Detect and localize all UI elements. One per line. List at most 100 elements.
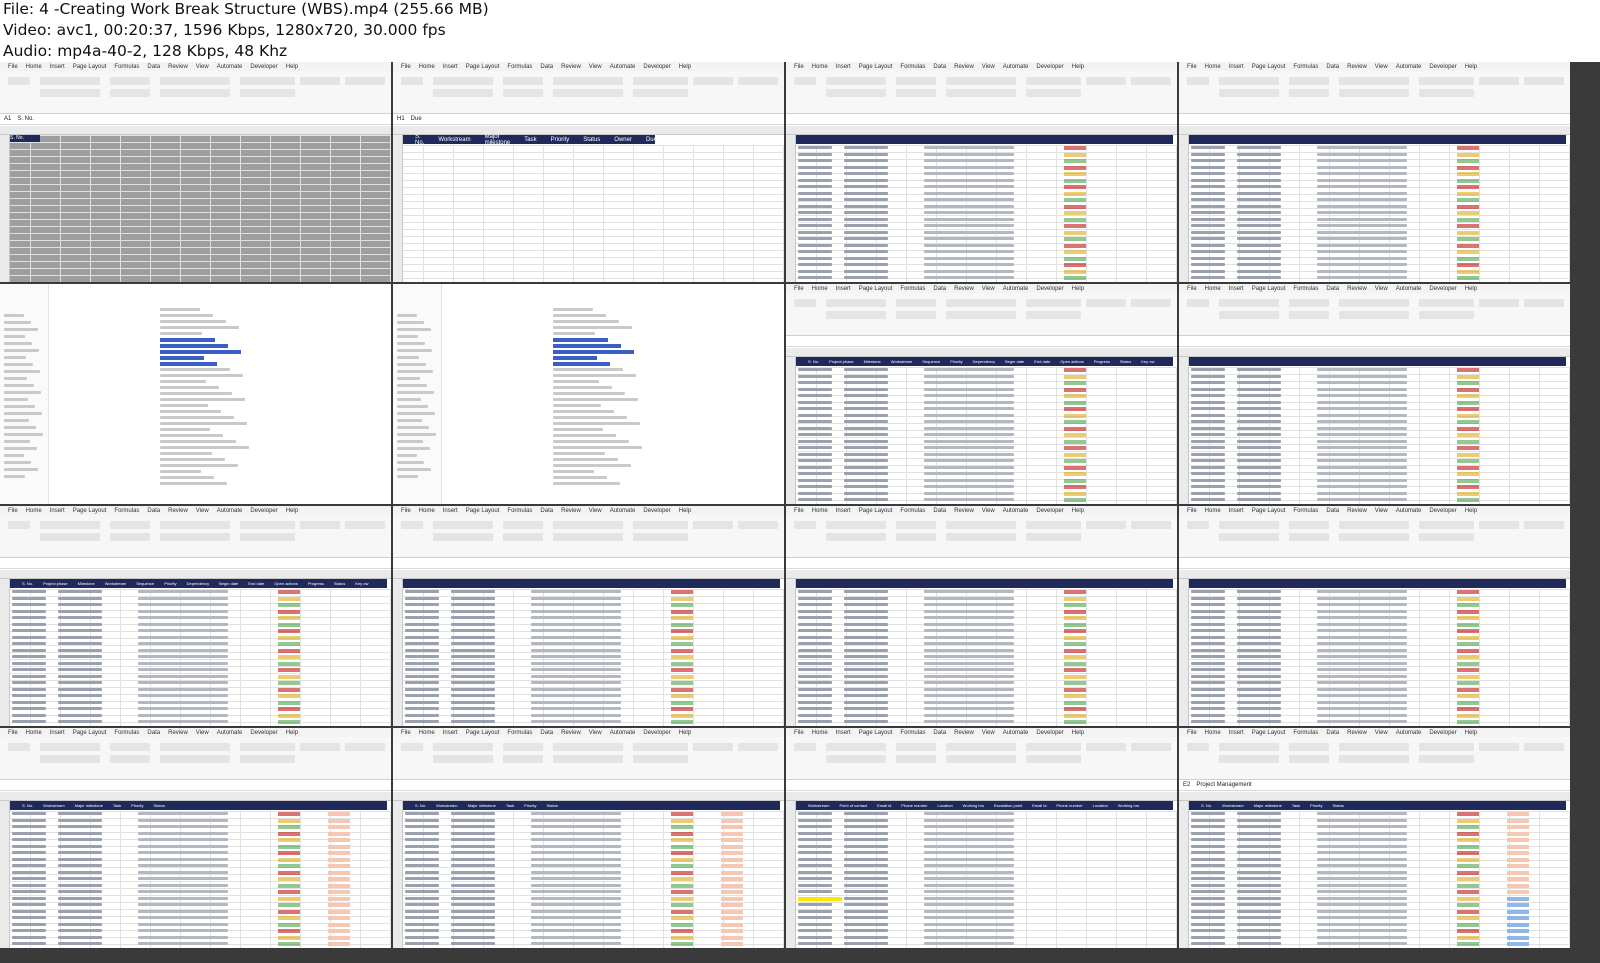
- ribbon-control[interactable]: [794, 77, 816, 85]
- menu-tab[interactable]: Automate: [1003, 508, 1029, 514]
- menu-tab[interactable]: Page Layout: [73, 64, 107, 70]
- ribbon-control[interactable]: [826, 533, 886, 541]
- menu-tab[interactable]: Help: [286, 508, 298, 514]
- ribbon-control[interactable]: [1026, 311, 1081, 319]
- table-header-cell[interactable]: Location: [1093, 803, 1108, 808]
- ribbon-control[interactable]: [40, 755, 100, 763]
- ribbon-control[interactable]: [1479, 521, 1519, 529]
- menu-tab[interactable]: View: [1375, 730, 1388, 736]
- table-header-cell[interactable]: Open actions: [1060, 359, 1084, 364]
- menu-tab[interactable]: Data: [147, 508, 160, 514]
- table-header-cell[interactable]: Priority: [131, 803, 143, 808]
- ribbon-control[interactable]: [693, 521, 733, 529]
- menu-tab[interactable]: Insert: [443, 730, 458, 736]
- menu-tab[interactable]: Review: [168, 508, 188, 514]
- menu-tab[interactable]: Page Layout: [1252, 730, 1286, 736]
- ribbon-control[interactable]: [896, 533, 936, 541]
- menu-tab[interactable]: Insert: [50, 64, 65, 70]
- ribbon-control[interactable]: [946, 89, 1016, 97]
- menu-tab[interactable]: File: [1187, 730, 1197, 736]
- menu-tab[interactable]: View: [1375, 286, 1388, 292]
- menu-tab[interactable]: Insert: [1229, 730, 1244, 736]
- menu-tab[interactable]: Review: [561, 730, 581, 736]
- menu-tab[interactable]: Formulas: [900, 286, 925, 292]
- menu-tab[interactable]: Home: [419, 64, 435, 70]
- ribbon-control[interactable]: [826, 77, 886, 85]
- menu-tab[interactable]: Page Layout: [859, 64, 893, 70]
- menu-tab[interactable]: File: [8, 64, 18, 70]
- ribbon-control[interactable]: [1419, 77, 1474, 85]
- table-header-cell[interactable]: Owner: [614, 137, 632, 143]
- ribbon-control[interactable]: [1187, 743, 1209, 751]
- table-header-cell[interactable]: Workstream: [436, 803, 457, 808]
- ribbon-control[interactable]: [553, 77, 623, 85]
- menu-tab[interactable]: Page Layout: [466, 730, 500, 736]
- ribbon-control[interactable]: [553, 533, 623, 541]
- ribbon-control[interactable]: [433, 755, 493, 763]
- ribbon-control[interactable]: [1419, 755, 1474, 763]
- menu-tab[interactable]: Page Layout: [859, 286, 893, 292]
- menu-tab[interactable]: File: [401, 64, 411, 70]
- ribbon-control[interactable]: [1419, 533, 1474, 541]
- ribbon-control[interactable]: [946, 755, 1016, 763]
- ribbon-control[interactable]: [794, 521, 816, 529]
- menu-tab[interactable]: Help: [679, 730, 691, 736]
- table-header-cell[interactable]: Task: [113, 803, 121, 808]
- ribbon-control[interactable]: [1289, 521, 1329, 529]
- menu-tab[interactable]: Data: [540, 730, 553, 736]
- table-header-cell[interactable]: Status: [334, 581, 345, 586]
- ribbon-control[interactable]: [1219, 77, 1279, 85]
- table-header-cell[interactable]: Major milestone: [468, 803, 496, 808]
- ribbon-control[interactable]: [896, 755, 936, 763]
- table-header-cell[interactable]: Project phase: [43, 581, 67, 586]
- menu-tab[interactable]: Developer: [1036, 64, 1063, 70]
- menu-tab[interactable]: Review: [1347, 286, 1367, 292]
- table-header-cell[interactable]: Major milestone: [75, 803, 103, 808]
- ribbon-control[interactable]: [1219, 533, 1279, 541]
- menu-tab[interactable]: Developer: [1429, 730, 1456, 736]
- menu-tab[interactable]: Data: [933, 730, 946, 736]
- menu-tab[interactable]: Insert: [1229, 286, 1244, 292]
- ribbon-control[interactable]: [826, 89, 886, 97]
- menu-tab[interactable]: View: [982, 730, 995, 736]
- menu-tab[interactable]: View: [589, 730, 602, 736]
- menu-tab[interactable]: Developer: [250, 64, 277, 70]
- table-header-cell[interactable]: Status: [1120, 359, 1131, 364]
- ribbon-control[interactable]: [160, 743, 230, 751]
- menu-tab[interactable]: Insert: [836, 508, 851, 514]
- ribbon-control[interactable]: [401, 521, 423, 529]
- table-header-cell[interactable]: Milestone: [864, 359, 881, 364]
- ribbon-control[interactable]: [240, 755, 295, 763]
- ribbon-control[interactable]: [1026, 521, 1081, 529]
- cell-reference[interactable]: H1: [397, 116, 405, 122]
- ribbon-control[interactable]: [1026, 89, 1081, 97]
- table-header-cell[interactable]: Workstream: [438, 137, 470, 143]
- ribbon-control[interactable]: [1219, 743, 1279, 751]
- menu-tab[interactable]: View: [589, 508, 602, 514]
- ribbon-control[interactable]: [300, 743, 340, 751]
- menu-tab[interactable]: Page Layout: [73, 730, 107, 736]
- ribbon-control[interactable]: [8, 77, 30, 85]
- menu-tab[interactable]: View: [589, 64, 602, 70]
- ribbon-control[interactable]: [300, 521, 340, 529]
- menu-tab[interactable]: Developer: [1429, 508, 1456, 514]
- menu-tab[interactable]: Review: [1347, 64, 1367, 70]
- ribbon-control[interactable]: [826, 755, 886, 763]
- menu-tab[interactable]: Developer: [1429, 286, 1456, 292]
- menu-tab[interactable]: Automate: [1003, 286, 1029, 292]
- menu-tab[interactable]: Home: [812, 730, 828, 736]
- menu-tab[interactable]: Insert: [1229, 508, 1244, 514]
- menu-tab[interactable]: Data: [147, 64, 160, 70]
- menu-tab[interactable]: Automate: [217, 730, 243, 736]
- table-header-cell[interactable]: Task: [506, 803, 514, 808]
- table-header-cell[interactable]: Dependency: [187, 581, 209, 586]
- ribbon-control[interactable]: [896, 89, 936, 97]
- ribbon-control[interactable]: [1219, 521, 1279, 529]
- ribbon-control[interactable]: [433, 743, 493, 751]
- menu-tab[interactable]: Data: [933, 508, 946, 514]
- table-header-cell[interactable]: Sequence: [922, 359, 940, 364]
- ribbon-control[interactable]: [503, 521, 543, 529]
- table-header-cell[interactable]: Begin date: [219, 581, 238, 586]
- ribbon-control[interactable]: [503, 755, 543, 763]
- ribbon-control[interactable]: [40, 89, 100, 97]
